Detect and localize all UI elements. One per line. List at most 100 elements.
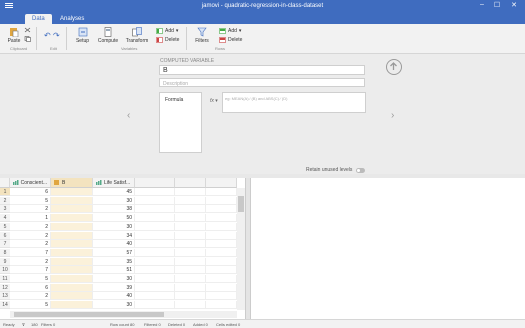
delete-row-button[interactable]: Delete [219,37,242,43]
table-cell[interactable]: 34 [93,231,135,240]
table-cell[interactable] [206,248,237,257]
table-cell[interactable] [51,231,93,240]
table-cell[interactable] [51,240,93,249]
table-cell[interactable] [135,188,175,196]
table-cell[interactable] [51,292,93,301]
table-cell[interactable]: 6 [10,188,51,196]
empty-column-header[interactable] [135,178,175,188]
add-row-button[interactable]: Add ▾ [219,28,241,34]
table-cell[interactable] [135,196,175,205]
retain-levels-option[interactable]: Retain unused levels [306,167,366,173]
table-cell[interactable]: 2 [10,222,51,231]
table-cell[interactable] [135,266,175,275]
cut-icon[interactable] [24,27,31,33]
table-cell[interactable]: 5 [10,196,51,205]
variable-name-input[interactable]: B [159,65,365,75]
row-number[interactable]: 10 [0,266,10,275]
formula-item[interactable]: Formula [160,93,201,107]
table-cell[interactable] [135,248,175,257]
table-cell[interactable] [51,248,93,257]
vertical-scrollbar[interactable] [237,188,245,310]
description-input[interactable]: Description [159,78,365,87]
table-cell[interactable] [175,266,206,275]
chevron-right-icon[interactable]: › [391,110,394,121]
table-cell[interactable] [175,214,206,223]
row-number[interactable]: 14 [0,301,10,310]
table-cell[interactable]: 50 [93,214,135,223]
undo-icon[interactable]: ↶ [44,31,51,40]
compute-button[interactable]: Compute [97,27,119,44]
table-cell[interactable] [206,188,237,196]
table-cell[interactable]: 30 [93,196,135,205]
chevron-left-icon[interactable]: ‹ [127,110,130,121]
table-cell[interactable] [206,222,237,231]
row-number[interactable]: 5 [0,222,10,231]
tab-data[interactable]: Data [25,14,52,24]
table-cell[interactable] [206,266,237,275]
table-cell[interactable]: 2 [10,240,51,249]
table-cell[interactable] [175,292,206,301]
table-cell[interactable] [206,214,237,223]
row-number[interactable]: 3 [0,205,10,214]
fx-icon[interactable]: fx ▾ [210,98,218,104]
table-cell[interactable] [175,231,206,240]
table-cell[interactable] [135,240,175,249]
table-cell[interactable] [175,275,206,283]
table-cell[interactable] [135,214,175,223]
row-number[interactable]: 12 [0,283,10,292]
table-cell[interactable] [175,248,206,257]
table-cell[interactable]: 40 [93,292,135,301]
close-button[interactable]: ✕ [507,1,521,9]
table-cell[interactable] [206,196,237,205]
table-cell[interactable] [175,301,206,310]
table-cell[interactable] [135,257,175,266]
table-cell[interactable] [206,205,237,214]
table-cell[interactable]: 2 [10,205,51,214]
table-cell[interactable] [175,240,206,249]
row-number[interactable]: 4 [0,214,10,223]
row-number[interactable]: 11 [0,275,10,283]
table-cell[interactable]: 30 [93,222,135,231]
formula-input[interactable]: eg: MEAN(A) ⁄ (B) and ABS(C) ⁄ (D) [222,92,366,113]
table-cell[interactable]: 45 [93,188,135,196]
column-header[interactable]: Conscient... [10,178,51,188]
table-cell[interactable] [51,283,93,292]
table-cell[interactable] [51,275,93,283]
redo-icon[interactable]: ↷ [53,31,60,40]
table-cell[interactable] [51,301,93,310]
table-cell[interactable] [206,283,237,292]
table-cell[interactable] [206,240,237,249]
table-cell[interactable] [51,222,93,231]
empty-column-header[interactable] [206,178,237,188]
table-cell[interactable]: 35 [93,257,135,266]
table-cell[interactable] [175,257,206,266]
table-cell[interactable]: 38 [93,205,135,214]
table-cell[interactable] [175,196,206,205]
table-cell[interactable]: 51 [93,266,135,275]
setup-button[interactable]: Setup [74,27,91,44]
table-cell[interactable] [135,205,175,214]
filters-button[interactable]: Filters [193,27,211,44]
tab-analyses[interactable]: Analyses [53,14,91,24]
table-cell[interactable] [175,205,206,214]
table-cell[interactable]: 57 [93,248,135,257]
delete-variable-button[interactable]: Delete [156,37,179,43]
table-cell[interactable] [206,257,237,266]
table-cell[interactable] [206,292,237,301]
table-cell[interactable] [51,205,93,214]
row-number[interactable]: 8 [0,248,10,257]
table-cell[interactable] [135,231,175,240]
table-cell[interactable]: 1 [10,214,51,223]
row-number[interactable]: 1 [0,188,10,196]
horizontal-scrollbar[interactable] [10,311,237,318]
table-cell[interactable] [51,196,93,205]
table-cell[interactable] [135,275,175,283]
table-cell[interactable]: 2 [10,292,51,301]
row-number[interactable]: 13 [0,292,10,301]
collapse-editor-button[interactable] [386,59,402,75]
table-cell[interactable] [51,214,93,223]
table-cell[interactable] [175,222,206,231]
table-cell[interactable]: 6 [10,283,51,292]
add-variable-button[interactable]: Add ▾ [156,28,178,34]
table-cell[interactable]: 5 [10,275,51,283]
